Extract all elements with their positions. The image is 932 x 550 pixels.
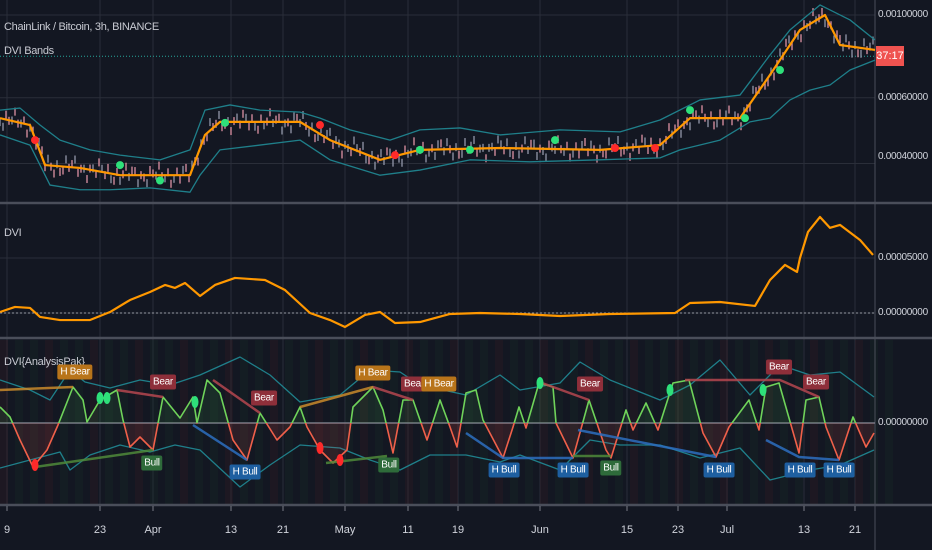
- time-axis-label: 11: [402, 524, 414, 536]
- time-axis-label: 21: [276, 524, 290, 536]
- time-axis-label: 19: [451, 524, 465, 536]
- time-axis-label: 23: [93, 524, 107, 536]
- divergence-tag-bear: Bear: [251, 390, 277, 406]
- divergence-tag-bull: Bull: [141, 455, 163, 471]
- sell-signal-marker: [611, 143, 619, 152]
- divergence-tag-bear: Bear: [766, 359, 792, 375]
- time-axis-label: 15: [620, 524, 634, 536]
- buy-signal-marker: [741, 114, 749, 123]
- indicator-dvi-label[interactable]: DVI: [4, 227, 22, 239]
- time-axis-label: 9: [3, 524, 11, 536]
- bar-countdown-badge: 37:17: [876, 46, 904, 66]
- buy-signal-marker: [551, 136, 559, 145]
- oscillator-axis-label: 0.00000000: [878, 417, 928, 428]
- price-axis-label: 0.00100000: [878, 9, 928, 20]
- symbol-title[interactable]: ChainLink / Bitcoin, 3h, BINANCE: [4, 21, 159, 33]
- divergence-tag-bull: Bull: [600, 460, 622, 476]
- divergence-tag-hbull: H Bull: [784, 462, 816, 478]
- buy-signal-marker: [686, 106, 694, 115]
- time-axis-label: 13: [797, 524, 811, 536]
- buy-signal-marker: [103, 392, 111, 404]
- buy-signal-marker: [116, 161, 124, 170]
- price-axis-label: 0.00040000: [878, 151, 928, 162]
- buy-signal-marker: [156, 176, 164, 185]
- divergence-tag-bear: Bear: [803, 374, 829, 390]
- divergence-tag-bear: Bear: [150, 374, 176, 390]
- price-axis-label: 0.00060000: [878, 92, 928, 103]
- divergence-tag-hbull: H Bull: [488, 462, 520, 478]
- divergence-tag-hbull: H Bull: [229, 464, 261, 480]
- time-axis-label: Jul: [719, 524, 735, 536]
- divergence-tag-hbear: H Bear: [57, 364, 93, 380]
- dvi-axis-label: 0.00005000: [878, 252, 928, 263]
- sell-signal-marker: [391, 151, 399, 160]
- buy-signal-marker: [666, 384, 674, 396]
- buy-signal-marker: [776, 66, 784, 75]
- sell-signal-marker: [316, 442, 324, 454]
- time-axis-label: 23: [671, 524, 685, 536]
- sell-signal-marker: [31, 459, 39, 471]
- sell-signal-marker: [31, 136, 39, 145]
- divergence-tag-bull: Bull: [378, 457, 400, 473]
- divergence-tag-bear: Bear: [577, 376, 603, 392]
- divergence-tag-hbull: H Bull: [703, 462, 735, 478]
- sell-signal-marker: [336, 454, 344, 466]
- divergence-tag-hbear: H Bear: [355, 365, 391, 381]
- time-axis-label: May: [334, 524, 356, 536]
- divergence-tag-hbear: H Bear: [421, 376, 457, 392]
- divergence-tag-hbull: H Bull: [557, 462, 589, 478]
- buy-signal-marker: [759, 384, 767, 396]
- buy-signal-marker: [466, 145, 474, 154]
- dvi-axis-label: 0.00000000: [878, 307, 928, 318]
- time-axis-label: Jun: [531, 524, 549, 536]
- sell-signal-marker: [651, 143, 659, 152]
- buy-signal-marker: [536, 377, 544, 389]
- time-axis-label: 21: [848, 524, 862, 536]
- indicator-dvi-bands-label[interactable]: DVI Bands: [4, 45, 54, 57]
- divergence-tag-hbull: H Bull: [823, 462, 855, 478]
- buy-signal-marker: [221, 118, 229, 127]
- time-axis-label: Apr: [144, 524, 162, 536]
- buy-signal-marker: [96, 392, 104, 404]
- sell-signal-marker: [316, 121, 324, 130]
- buy-signal-marker: [191, 396, 199, 408]
- buy-signal-marker: [416, 145, 424, 154]
- time-axis-label: 13: [224, 524, 238, 536]
